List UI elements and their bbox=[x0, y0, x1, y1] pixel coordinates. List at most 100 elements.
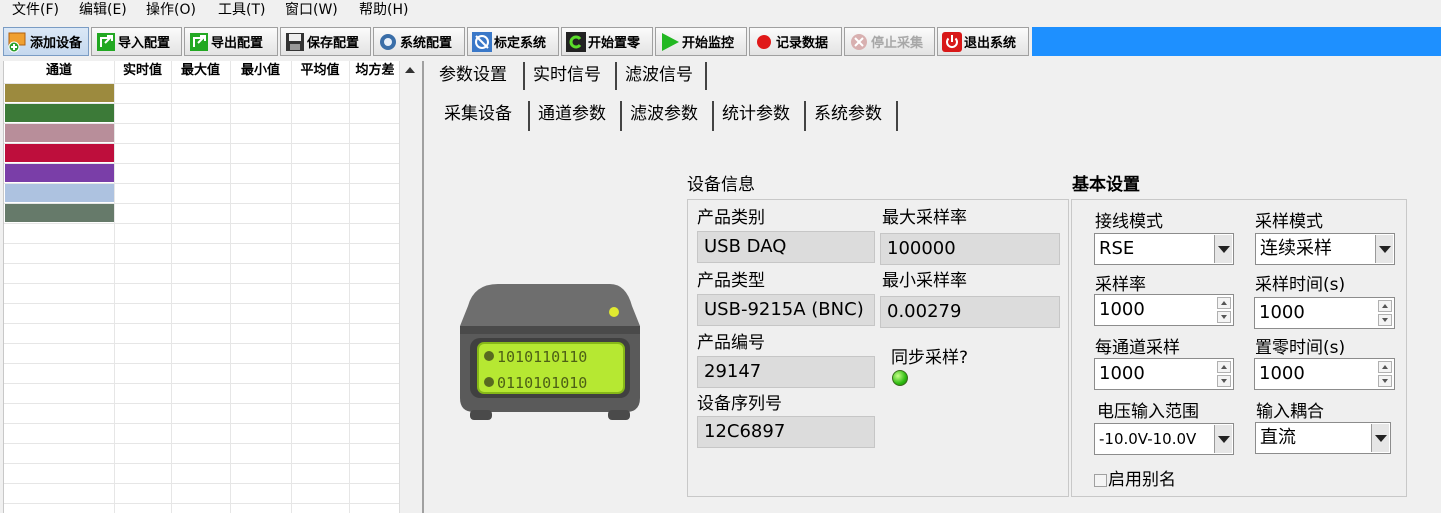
system-config-label: 系统配置 bbox=[400, 36, 453, 51]
sync-sampling-led-icon bbox=[892, 370, 908, 386]
zero-time-input[interactable]: 1000 bbox=[1254, 358, 1395, 390]
add-device-button[interactable]: 添加设备 bbox=[3, 27, 89, 56]
input-coupling-value: 直流 bbox=[1260, 427, 1296, 448]
max-sample-rate-field: 100000 bbox=[880, 233, 1060, 265]
menu-file[interactable]: 文件(F) bbox=[12, 1, 59, 19]
calibrate-system-button[interactable]: 标定系统 bbox=[467, 27, 559, 56]
input-coupling-label: 输入耦合 bbox=[1256, 402, 1324, 422]
col-min[interactable]: 最小值 bbox=[230, 61, 291, 83]
import-config-label: 导入配置 bbox=[118, 36, 171, 51]
tab-realtime-signal[interactable]: 实时信号 bbox=[525, 60, 617, 90]
play-icon bbox=[659, 31, 681, 53]
tab-system-params[interactable]: 系统参数 bbox=[806, 99, 898, 131]
zero-time-stepper[interactable] bbox=[1378, 361, 1392, 387]
tab-acquisition-device[interactable]: 采集设备 bbox=[436, 99, 530, 131]
sample-time-value: 1000 bbox=[1259, 302, 1305, 323]
export-config-button[interactable]: 导出配置 bbox=[184, 27, 278, 56]
calibrate-system-label: 标定系统 bbox=[494, 36, 547, 51]
serial-number-field: 12C6897 bbox=[697, 416, 875, 448]
tab-filter-signal[interactable]: 滤波信号 bbox=[617, 60, 707, 90]
col-average[interactable]: 平均值 bbox=[291, 61, 349, 83]
table-row-divider bbox=[4, 503, 401, 504]
table-scrollbar[interactable] bbox=[399, 61, 419, 513]
import-config-button[interactable]: 导入配置 bbox=[91, 27, 182, 56]
scroll-up-icon[interactable] bbox=[405, 67, 415, 73]
enable-alias-checkbox[interactable] bbox=[1094, 474, 1107, 487]
sampling-mode-value: 连续采样 bbox=[1260, 238, 1332, 259]
wiring-mode-select[interactable]: RSE bbox=[1094, 233, 1234, 265]
chevron-down-icon[interactable] bbox=[1371, 424, 1389, 452]
tab-filter-signal-label: 滤波信号 bbox=[625, 65, 693, 85]
voltage-range-select[interactable]: -10.0V-10.0V bbox=[1094, 423, 1234, 455]
exit-system-label: 退出系统 bbox=[964, 36, 1017, 51]
sample-time-input[interactable]: 1000 bbox=[1254, 297, 1395, 329]
menu-operate[interactable]: 操作(O) bbox=[146, 1, 196, 19]
power-icon bbox=[941, 31, 963, 53]
per-channel-samples-value: 1000 bbox=[1099, 363, 1145, 384]
tab-system-params-label: 系统参数 bbox=[814, 104, 882, 124]
exit-system-button[interactable]: 退出系统 bbox=[937, 27, 1029, 56]
input-coupling-select[interactable]: 直流 bbox=[1255, 422, 1391, 454]
channel-color-swatch[interactable] bbox=[5, 184, 114, 202]
table-row-divider bbox=[4, 363, 401, 364]
channel-table[interactable]: 通道 实时值 最大值 最小值 平均值 均方差 bbox=[3, 61, 419, 513]
basic-settings-title: 基本设置 bbox=[1072, 175, 1140, 195]
start-monitor-button[interactable]: 开始监控 bbox=[655, 27, 747, 56]
min-sample-rate-field: 0.00279 bbox=[880, 296, 1060, 328]
start-zero-button[interactable]: 开始置零 bbox=[561, 27, 653, 56]
table-row-divider bbox=[4, 223, 401, 224]
tab-channel-params[interactable]: 通道参数 bbox=[530, 99, 622, 131]
system-config-button[interactable]: 系统配置 bbox=[373, 27, 465, 56]
menu-bar: 文件(F) 编辑(E) 操作(O) 工具(T) 窗口(W) 帮助(H) bbox=[0, 0, 1441, 20]
record-data-button[interactable]: 记录数据 bbox=[749, 27, 842, 56]
device-display-line-2: 0110101010 bbox=[497, 374, 587, 392]
channel-color-swatch[interactable] bbox=[5, 84, 114, 102]
tab-stats-params[interactable]: 统计参数 bbox=[714, 99, 806, 131]
chevron-down-icon[interactable] bbox=[1214, 235, 1232, 263]
system-config-icon bbox=[377, 31, 399, 53]
voltage-range-value: -10.0V-10.0V bbox=[1099, 430, 1197, 448]
per-channel-samples-input[interactable]: 1000 bbox=[1094, 358, 1234, 390]
menu-tools[interactable]: 工具(T) bbox=[218, 1, 265, 19]
sample-rate-value: 1000 bbox=[1099, 299, 1145, 320]
menu-window[interactable]: 窗口(W) bbox=[285, 1, 338, 19]
sample-rate-input[interactable]: 1000 bbox=[1094, 294, 1234, 326]
sample-time-stepper[interactable] bbox=[1378, 300, 1392, 326]
min-sample-rate-label: 最小采样率 bbox=[882, 271, 967, 291]
voltage-range-label: 电压输入范围 bbox=[1097, 402, 1199, 422]
record-data-label: 记录数据 bbox=[776, 36, 829, 51]
col-channel[interactable]: 通道 bbox=[4, 61, 114, 83]
toolbar-accent-bar bbox=[1032, 27, 1441, 56]
tab-realtime-signal-label: 实时信号 bbox=[533, 65, 601, 85]
channel-color-swatch[interactable] bbox=[5, 124, 114, 142]
stop-capture-button[interactable]: 停止采集 bbox=[844, 27, 935, 56]
panel-splitter[interactable] bbox=[422, 61, 424, 513]
export-icon bbox=[188, 31, 210, 53]
enable-alias-label: 启用别名 bbox=[1108, 470, 1176, 490]
record-icon bbox=[753, 31, 775, 53]
wiring-mode-label: 接线模式 bbox=[1095, 212, 1163, 232]
start-zero-label: 开始置零 bbox=[588, 36, 641, 51]
channel-color-swatch[interactable] bbox=[5, 104, 114, 122]
menu-edit[interactable]: 编辑(E) bbox=[79, 1, 127, 19]
channel-color-swatch[interactable] bbox=[5, 164, 114, 182]
sampling-mode-select[interactable]: 连续采样 bbox=[1255, 233, 1395, 265]
chevron-down-icon[interactable] bbox=[1375, 235, 1393, 263]
col-max[interactable]: 最大值 bbox=[171, 61, 230, 83]
channel-color-swatch[interactable] bbox=[5, 204, 114, 222]
menu-help[interactable]: 帮助(H) bbox=[359, 1, 408, 19]
sample-rate-stepper[interactable] bbox=[1217, 297, 1231, 323]
sync-sampling-label: 同步采样? bbox=[891, 348, 969, 368]
table-row-divider bbox=[4, 303, 401, 304]
channel-color-swatch[interactable] bbox=[5, 144, 114, 162]
per-channel-samples-stepper[interactable] bbox=[1217, 361, 1231, 387]
tab-parameter-settings[interactable]: 参数设置 bbox=[431, 60, 525, 90]
col-stddev[interactable]: 均方差 bbox=[349, 61, 401, 83]
tab-filter-params[interactable]: 滤波参数 bbox=[622, 99, 714, 131]
save-config-button[interactable]: 保存配置 bbox=[280, 27, 371, 56]
chevron-down-icon[interactable] bbox=[1214, 425, 1232, 453]
product-type-field: USB-9215A (BNC) bbox=[697, 294, 875, 326]
device-illustration: 1010110110 0110101010 bbox=[448, 282, 652, 428]
sample-rate-label: 采样率 bbox=[1095, 275, 1146, 295]
col-realtime[interactable]: 实时值 bbox=[114, 61, 171, 83]
